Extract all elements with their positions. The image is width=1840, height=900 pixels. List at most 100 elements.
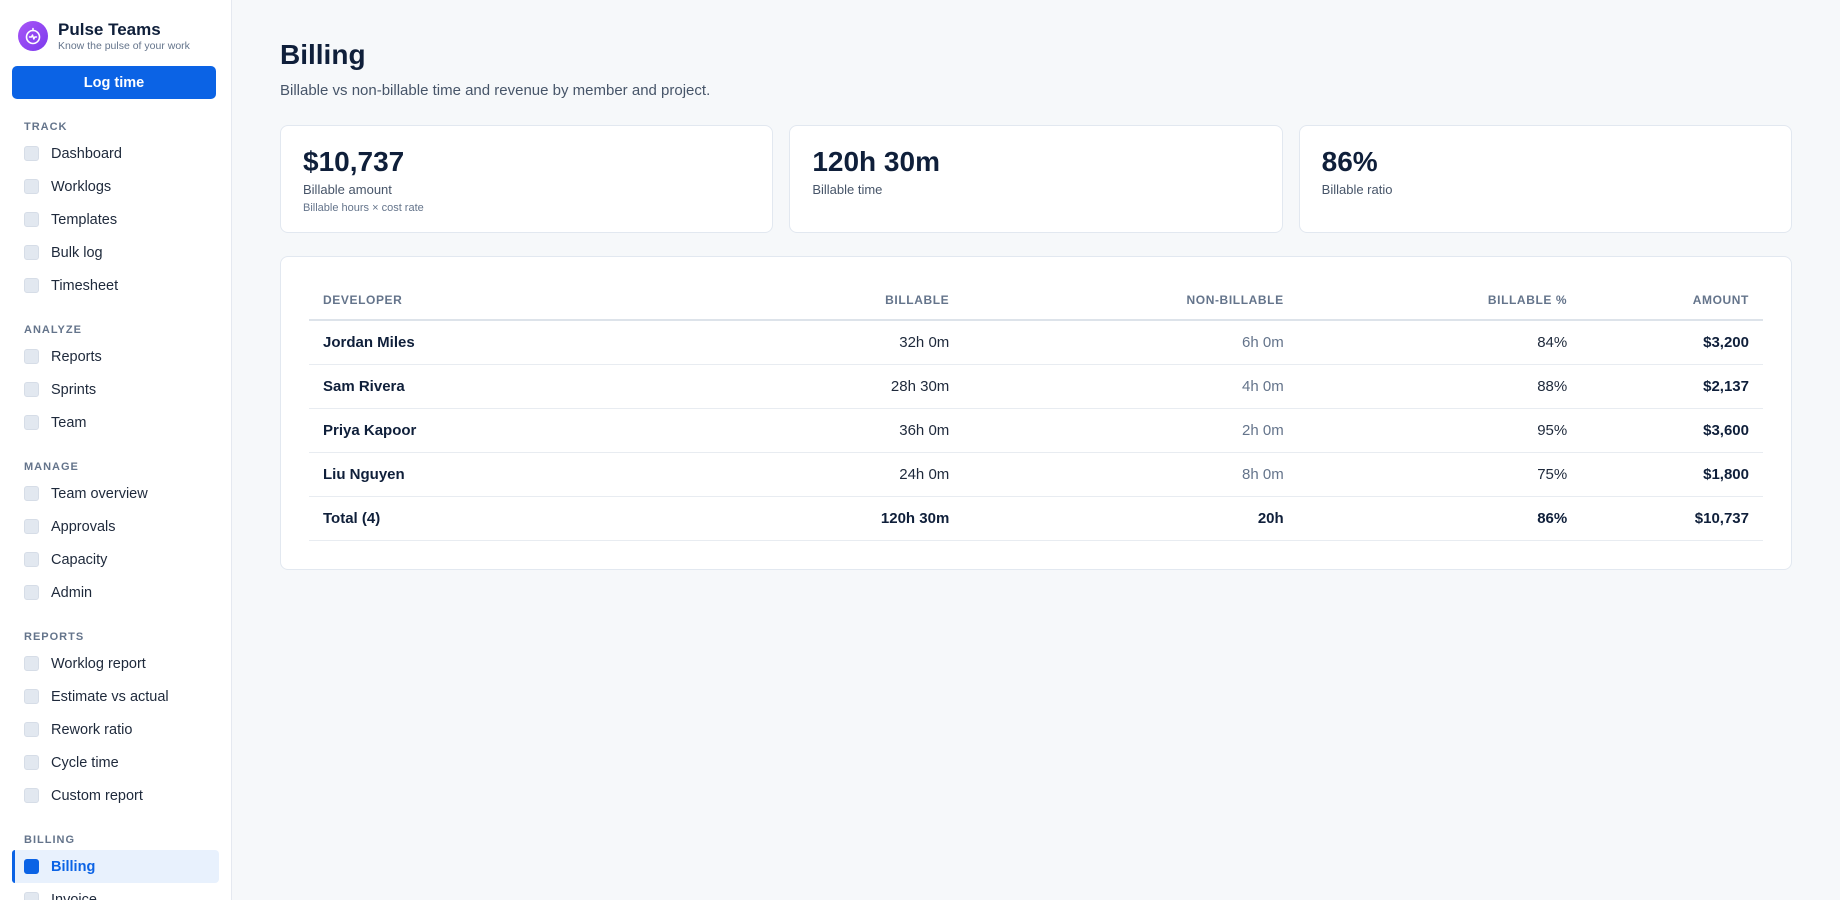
cell-billable: 24h 0m <box>817 452 964 497</box>
cell-non-billable: 4h 0m <box>963 364 1298 409</box>
cell-developer: Liu Nguyen <box>309 452 818 497</box>
table-total-row: Total (4) 120h 30m 20h 86% $10,737 <box>309 496 1763 541</box>
sidebar-item-admin[interactable]: Admin <box>12 576 219 609</box>
cell-non-billable: 6h 0m <box>963 320 1298 365</box>
sidebar-item-capacity[interactable]: Capacity <box>12 543 219 576</box>
square-icon <box>24 788 39 803</box>
sidebar-item-templates[interactable]: Templates <box>12 203 219 236</box>
app-shell: Pulse Teams Know the pulse of your work … <box>0 0 1840 900</box>
sidebar: Pulse Teams Know the pulse of your work … <box>0 0 232 900</box>
cell-non-billable: 8h 0m <box>963 452 1298 497</box>
square-icon <box>24 486 39 501</box>
column-header-non-billable[interactable]: NON-BILLABLE <box>963 285 1298 321</box>
cell-billable-pct: 84% <box>1297 320 1582 365</box>
sidebar-item-worklog-report[interactable]: Worklog report <box>12 647 219 680</box>
sidebar-item-label: Team overview <box>51 485 148 502</box>
cell-developer: Sam Rivera <box>309 364 818 409</box>
table-row[interactable]: Jordan Miles 32h 0m 6h 0m 84% $3,200 <box>309 320 1763 365</box>
stat-label: Billable ratio <box>1321 182 1393 197</box>
square-icon <box>24 689 39 704</box>
log-time-button[interactable]: Log time <box>12 66 216 99</box>
cell-billable-pct: 75% <box>1297 452 1582 497</box>
stat-value: 86% <box>1321 146 1378 177</box>
brand-title: Pulse Teams <box>58 19 161 39</box>
sidebar-item-label: Estimate vs actual <box>51 688 169 705</box>
sidebar-item-team-overview[interactable]: Team overview <box>12 477 219 510</box>
sidebar-item-label: Billing <box>51 858 96 875</box>
sidebar-item-sprints[interactable]: Sprints <box>12 373 219 406</box>
square-icon <box>24 656 39 671</box>
square-icon <box>24 415 39 430</box>
nav-heading-manage: MANAGE <box>24 461 79 473</box>
sidebar-item-label: Bulk log <box>51 244 103 261</box>
square-icon <box>24 278 39 293</box>
nav-section-reports: REPORTS Worklog report Estimate vs actua… <box>12 627 219 812</box>
sidebar-item-invoice[interactable]: Invoice <box>12 883 219 900</box>
sidebar-item-label: Capacity <box>51 551 108 568</box>
column-header-amount[interactable]: AMOUNT <box>1581 285 1763 321</box>
sidebar-item-label: Dashboard <box>51 145 122 162</box>
sidebar-item-billing[interactable]: Billing <box>12 850 219 883</box>
stat-label: Billable amount <box>303 182 392 197</box>
total-billable: 120h 30m <box>817 496 964 541</box>
nav-heading-billing: BILLING <box>24 834 75 846</box>
billing-table: DEVELOPER BILLABLE NON-BILLABLE BILLABLE… <box>309 285 1763 541</box>
sidebar-item-custom-report[interactable]: Custom report <box>12 779 219 812</box>
stat-card-billable-time: 120h 30m Billable time <box>789 125 1283 233</box>
total-billable-pct: 86% <box>1297 496 1582 541</box>
column-header-billable[interactable]: BILLABLE <box>817 285 964 321</box>
square-icon <box>24 519 39 534</box>
pulse-timer-icon <box>18 21 48 51</box>
square-icon <box>24 146 39 161</box>
square-icon <box>24 892 39 900</box>
sidebar-item-bulk-log[interactable]: Bulk log <box>12 236 219 269</box>
sidebar-item-timesheet[interactable]: Timesheet <box>12 269 219 302</box>
table-row[interactable]: Liu Nguyen 24h 0m 8h 0m 75% $1,800 <box>309 452 1763 497</box>
stat-card-billable-amount: $10,737 Billable amount Billable hours ×… <box>280 125 774 233</box>
sidebar-item-label: Approvals <box>51 518 116 535</box>
sidebar-item-worklogs[interactable]: Worklogs <box>12 170 219 203</box>
sidebar-item-label: Admin <box>51 584 93 601</box>
table-row[interactable]: Priya Kapoor 36h 0m 2h 0m 95% $3,600 <box>309 408 1763 453</box>
sidebar-item-reports[interactable]: Reports <box>12 340 219 373</box>
sidebar-item-label: Cycle time <box>51 754 119 771</box>
sidebar-item-approvals[interactable]: Approvals <box>12 510 219 543</box>
sidebar-item-label: Custom report <box>51 787 143 804</box>
square-icon <box>24 382 39 397</box>
sidebar-item-team[interactable]: Team <box>12 406 219 439</box>
sidebar-item-rework-ratio[interactable]: Rework ratio <box>12 713 219 746</box>
page-title: Billing <box>280 39 366 70</box>
cell-developer: Priya Kapoor <box>309 408 818 453</box>
main-content: Billing Billable vs non-billable time an… <box>232 0 1840 900</box>
nav-section-track: TRACK Dashboard Worklogs Templates Bulk … <box>12 117 219 302</box>
brand[interactable]: Pulse Teams Know the pulse of your work <box>12 18 219 52</box>
column-header-developer[interactable]: DEVELOPER <box>309 285 818 321</box>
square-icon <box>24 179 39 194</box>
nav-heading-track: TRACK <box>24 121 68 133</box>
nav-section-billing: BILLING Billing Invoice <box>12 830 219 900</box>
square-icon <box>24 755 39 770</box>
stat-value: 120h 30m <box>812 146 940 177</box>
sidebar-item-label: Worklog report <box>51 655 146 672</box>
nav-section-analyze: ANALYZE Reports Sprints Team <box>12 320 219 439</box>
sidebar-item-label: Rework ratio <box>51 721 133 738</box>
square-icon <box>24 212 39 227</box>
column-header-billable-pct[interactable]: BILLABLE % <box>1297 285 1582 321</box>
sidebar-item-dashboard[interactable]: Dashboard <box>12 137 219 170</box>
stat-note: Billable hours × cost rate <box>303 202 424 214</box>
stat-value: $10,737 <box>303 146 405 177</box>
sidebar-item-label: Invoice <box>51 891 97 900</box>
sidebar-item-label: Worklogs <box>51 178 112 195</box>
cell-amount: $3,600 <box>1581 408 1763 453</box>
cell-billable-pct: 95% <box>1297 408 1582 453</box>
total-amount: $10,737 <box>1581 496 1763 541</box>
sidebar-item-label: Team <box>51 414 87 431</box>
nav-section-manage: MANAGE Team overview Approvals Capacity … <box>12 457 219 609</box>
table-row[interactable]: Sam Rivera 28h 30m 4h 0m 88% $2,137 <box>309 364 1763 409</box>
table-header-row: DEVELOPER BILLABLE NON-BILLABLE BILLABLE… <box>309 285 1763 321</box>
sidebar-item-label: Reports <box>51 348 102 365</box>
sidebar-item-estimate-vs-actual[interactable]: Estimate vs actual <box>12 680 219 713</box>
stat-label: Billable time <box>812 182 883 197</box>
sidebar-item-cycle-time[interactable]: Cycle time <box>12 746 219 779</box>
sidebar-item-label: Timesheet <box>51 277 119 294</box>
